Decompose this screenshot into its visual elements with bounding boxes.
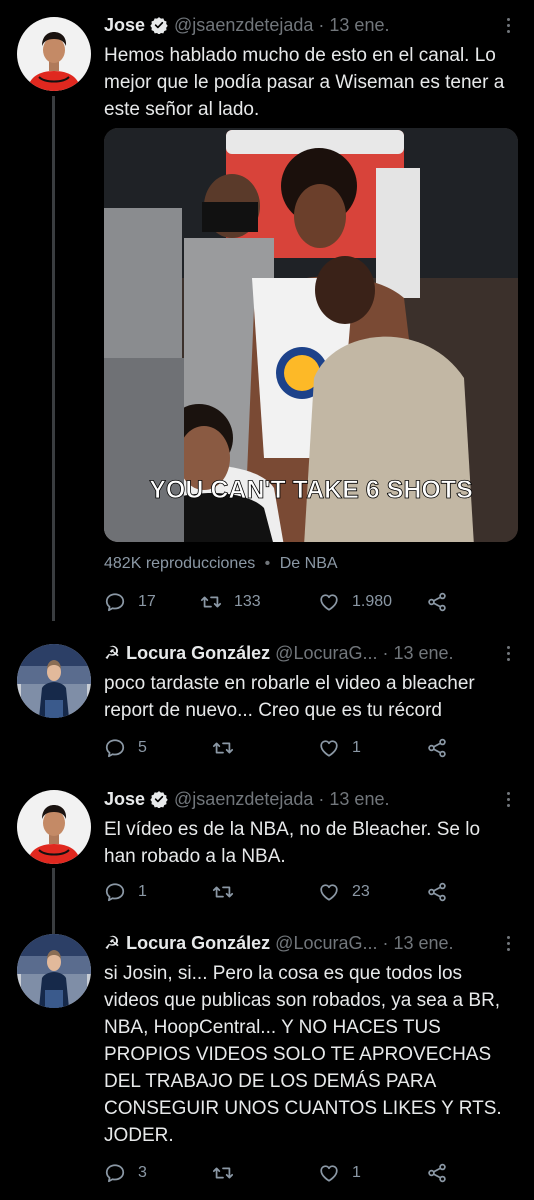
retweet-icon <box>212 881 234 903</box>
retweet-button[interactable]: 133 <box>200 589 261 615</box>
tweet-text: si Josin, si... Pero la cosa es que todo… <box>104 963 502 1146</box>
share-button[interactable] <box>426 589 460 615</box>
retweet-button[interactable] <box>212 735 246 761</box>
separator: · <box>382 932 389 953</box>
verified-icon <box>150 790 168 808</box>
reply-icon <box>104 737 126 759</box>
avatar[interactable] <box>17 934 91 1008</box>
verified-icon <box>150 16 168 34</box>
share-button[interactable] <box>426 1160 460 1186</box>
like-button[interactable]: 1 <box>318 1160 361 1186</box>
author-handle[interactable]: @jsaenzdetejada <box>174 15 313 36</box>
reply-icon <box>104 881 126 903</box>
author-handle[interactable]: @jsaenzdetejada <box>174 789 313 810</box>
tweet-text: Hemos hablado mucho de esto en el canal.… <box>104 45 505 120</box>
more-icon[interactable] <box>500 786 516 812</box>
share-icon <box>426 1162 448 1184</box>
share-icon <box>426 737 448 759</box>
reply-button[interactable]: 3 <box>104 1160 147 1186</box>
video-caption: YOU CAN'T TAKE 6 SHOTS <box>149 476 473 504</box>
view-count: 482K reproducciones <box>104 555 256 572</box>
retweet-button[interactable] <box>212 879 246 905</box>
tweet[interactable]: Jose @jsaenzdetejada · 13 ene. El vídeo … <box>0 786 534 916</box>
video-player[interactable]: YOU CAN'T TAKE 6 SHOTS <box>104 128 518 542</box>
more-icon[interactable] <box>500 640 516 666</box>
video-source[interactable]: De NBA <box>280 555 338 572</box>
separator: · <box>382 642 389 663</box>
tweet[interactable]: ☭ Locura González @LocuraG... · 13 ene. s… <box>0 930 534 1200</box>
retweet-icon <box>200 591 222 613</box>
retweet-button[interactable] <box>212 1160 246 1186</box>
avatar[interactable] <box>17 790 91 864</box>
tweet-actions: 3 1 <box>104 1160 454 1186</box>
tweet-text: El vídeo es de la NBA, no de Bleacher. S… <box>104 819 481 867</box>
tweet-actions: 17 133 1.980 <box>104 589 454 615</box>
like-icon <box>318 591 340 613</box>
avatar[interactable] <box>17 17 91 91</box>
separator: · <box>318 14 325 35</box>
timestamp[interactable]: 13 ene. <box>394 643 454 664</box>
author-handle[interactable]: @LocuraG... <box>275 933 377 954</box>
retweet-icon <box>212 737 234 759</box>
tweet-actions: 1 23 <box>104 879 454 905</box>
reply-button[interactable]: 1 <box>104 879 147 905</box>
timestamp[interactable]: 13 ene. <box>394 933 454 954</box>
like-icon <box>318 881 340 903</box>
retweet-icon <box>212 1162 234 1184</box>
share-icon <box>426 591 448 613</box>
share-button[interactable] <box>426 879 460 905</box>
video-views-line: 482K reproducciones • De NBA <box>104 555 338 572</box>
timestamp[interactable]: 13 ene. <box>329 789 389 810</box>
video-thumbnail[interactable]: YOU CAN'T TAKE 6 SHOTS <box>104 128 518 542</box>
reply-icon <box>104 591 126 613</box>
tweet-text: poco tardaste en robarle el video a blea… <box>104 673 475 721</box>
more-icon[interactable] <box>500 930 516 956</box>
like-button[interactable]: 1 <box>318 735 361 761</box>
like-icon <box>318 737 340 759</box>
share-icon <box>426 881 448 903</box>
like-button[interactable]: 23 <box>318 879 370 905</box>
author-name[interactable]: Jose <box>104 15 145 36</box>
author-name[interactable]: ☭ Locura González <box>104 933 270 954</box>
reply-button[interactable]: 17 <box>104 589 156 615</box>
author-handle[interactable]: @LocuraG... <box>275 643 377 664</box>
tweet-actions: 5 1 <box>104 735 454 761</box>
more-icon[interactable] <box>500 12 516 38</box>
like-icon <box>318 1162 340 1184</box>
timestamp[interactable]: 13 ene. <box>329 15 389 36</box>
share-button[interactable] <box>426 735 460 761</box>
reply-icon <box>104 1162 126 1184</box>
like-button[interactable]: 1.980 <box>318 589 392 615</box>
author-name[interactable]: Jose <box>104 789 145 810</box>
reply-button[interactable]: 5 <box>104 735 147 761</box>
separator: · <box>318 788 325 809</box>
avatar[interactable] <box>17 644 91 718</box>
author-name[interactable]: ☭ Locura González <box>104 643 270 664</box>
tweet[interactable]: ☭ Locura González @LocuraG... · 13 ene. p… <box>0 640 534 770</box>
